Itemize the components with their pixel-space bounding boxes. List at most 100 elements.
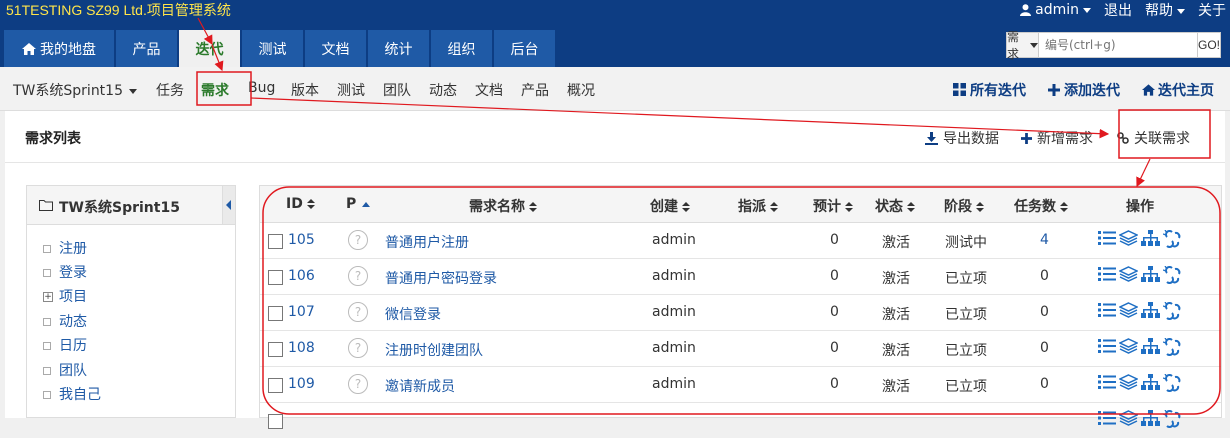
- subnav-item-dynamic[interactable]: 动态: [429, 80, 457, 100]
- story-name[interactable]: 邀请新成员: [385, 376, 455, 396]
- sitemap-icon[interactable]: [1141, 230, 1160, 246]
- subnav-item-overview[interactable]: 概况: [567, 80, 595, 100]
- tab-iteration[interactable]: 迭代: [179, 30, 240, 67]
- tree-item-dynamic[interactable]: 动态: [43, 311, 87, 331]
- about-link[interactable]: 关于: [1198, 0, 1226, 20]
- add-iteration-link[interactable]: 添加迭代: [1048, 80, 1120, 100]
- subnav-item-product[interactable]: 产品: [521, 80, 549, 100]
- subnav-item-doc[interactable]: 文档: [475, 80, 503, 100]
- unlink-icon[interactable]: [1163, 338, 1182, 356]
- col-status[interactable]: 状态: [875, 196, 915, 216]
- all-iterations-link[interactable]: 所有迭代: [953, 80, 1026, 100]
- tab-product[interactable]: 产品: [116, 30, 177, 67]
- search-input[interactable]: [1038, 33, 1197, 57]
- export-data-button[interactable]: 导出数据: [925, 128, 999, 148]
- sitemap-icon[interactable]: [1141, 410, 1160, 426]
- story-id[interactable]: 105: [288, 232, 315, 248]
- list-icon[interactable]: [1098, 302, 1116, 318]
- tree-item-register[interactable]: 注册: [43, 238, 87, 258]
- list-icon[interactable]: [1098, 410, 1116, 426]
- col-stage[interactable]: 阶段: [944, 196, 984, 216]
- estimate: 0: [830, 304, 839, 320]
- row-checkbox[interactable]: [268, 342, 283, 357]
- sitemap-icon[interactable]: [1141, 302, 1160, 318]
- subnav-item-team[interactable]: 团队: [383, 80, 411, 100]
- tab-my-home[interactable]: 我的地盘: [4, 30, 114, 67]
- logout-link[interactable]: 退出: [1104, 0, 1132, 20]
- unlink-icon[interactable]: [1163, 410, 1182, 428]
- list-icon[interactable]: [1098, 374, 1116, 390]
- row-actions: [1098, 230, 1185, 248]
- estimate: 0: [830, 340, 839, 356]
- layers-icon[interactable]: [1119, 410, 1138, 426]
- tree-item-calendar[interactable]: 日历: [43, 335, 87, 355]
- sitemap-icon[interactable]: [1141, 338, 1160, 354]
- add-story-button[interactable]: 新增需求: [1021, 128, 1093, 148]
- row-checkbox[interactable]: [268, 270, 283, 285]
- tree-item-login[interactable]: 登录: [43, 262, 87, 282]
- unlink-icon[interactable]: [1163, 374, 1182, 392]
- subnav-item-bug[interactable]: Bug: [248, 80, 275, 96]
- user-icon: [1020, 4, 1032, 16]
- story-name[interactable]: 微信登录: [385, 304, 441, 324]
- row-checkbox[interactable]: [268, 306, 283, 321]
- creator: admin: [652, 340, 696, 356]
- tab-test[interactable]: 测试: [242, 30, 303, 67]
- search-go-button[interactable]: GO!: [1196, 33, 1220, 57]
- collapse-toggle[interactable]: [222, 186, 235, 224]
- col-label: 需求名称: [469, 199, 525, 215]
- sitemap-icon[interactable]: [1141, 266, 1160, 282]
- subnav-item-story[interactable]: 需求: [201, 80, 229, 100]
- col-name[interactable]: 需求名称: [469, 196, 537, 216]
- story-name[interactable]: 普通用户密码登录: [385, 268, 497, 288]
- col-creator[interactable]: 创建: [650, 196, 690, 216]
- user-menu[interactable]: admin: [1020, 2, 1091, 18]
- subnav-item-task[interactable]: 任务: [156, 80, 184, 100]
- col-estimate[interactable]: 预计: [813, 196, 853, 216]
- unlink-icon[interactable]: [1163, 266, 1182, 284]
- layers-icon[interactable]: [1119, 338, 1138, 354]
- sort-icon: [529, 202, 537, 212]
- layers-icon[interactable]: [1119, 302, 1138, 318]
- col-assign[interactable]: 指派: [738, 196, 778, 216]
- iteration-home-link[interactable]: 迭代主页: [1142, 80, 1214, 100]
- tab-admin[interactable]: 后台: [494, 30, 555, 67]
- estimate: 0: [830, 376, 839, 392]
- list-icon[interactable]: [1098, 266, 1116, 282]
- tab-stats[interactable]: 统计: [368, 30, 429, 67]
- project-switcher[interactable]: TW系统Sprint15: [13, 80, 137, 100]
- story-id[interactable]: 106: [288, 268, 315, 284]
- list-icon[interactable]: [1098, 230, 1116, 246]
- sitemap-icon[interactable]: [1141, 374, 1160, 390]
- story-id[interactable]: 108: [288, 340, 315, 356]
- link-story-button[interactable]: 关联需求: [1117, 128, 1190, 148]
- tree-item-project[interactable]: + 项目: [43, 286, 87, 306]
- tree-item-myself[interactable]: 我自己: [43, 384, 101, 404]
- story-name[interactable]: 注册时创建团队: [385, 340, 483, 360]
- chevron-down-icon: [1083, 7, 1091, 13]
- unlink-icon[interactable]: [1163, 302, 1182, 320]
- story-id[interactable]: 109: [288, 376, 315, 392]
- story-id[interactable]: 107: [288, 304, 315, 320]
- col-priority[interactable]: P: [346, 196, 371, 212]
- subnav-item-build[interactable]: 版本: [291, 80, 319, 100]
- unlink-icon[interactable]: [1163, 230, 1182, 248]
- story-name[interactable]: 普通用户注册: [385, 232, 469, 252]
- help-menu[interactable]: 帮助: [1145, 0, 1185, 20]
- expand-plus-icon[interactable]: +: [43, 292, 53, 302]
- task-count[interactable]: 4: [1040, 232, 1049, 248]
- layers-icon[interactable]: [1119, 266, 1138, 282]
- search-type-select[interactable]: 需求: [1007, 30, 1039, 61]
- list-icon[interactable]: [1098, 338, 1116, 354]
- layers-icon[interactable]: [1119, 230, 1138, 246]
- subnav-item-test[interactable]: 测试: [337, 80, 365, 100]
- row-checkbox[interactable]: [268, 414, 283, 429]
- row-checkbox[interactable]: [268, 234, 283, 249]
- tab-org[interactable]: 组织: [431, 30, 492, 67]
- tab-doc[interactable]: 文档: [305, 30, 366, 67]
- row-checkbox[interactable]: [268, 378, 283, 393]
- col-tasks[interactable]: 任务数: [1014, 196, 1068, 216]
- col-id[interactable]: ID: [286, 196, 315, 212]
- layers-icon[interactable]: [1119, 374, 1138, 390]
- tree-item-team[interactable]: 团队: [43, 360, 87, 380]
